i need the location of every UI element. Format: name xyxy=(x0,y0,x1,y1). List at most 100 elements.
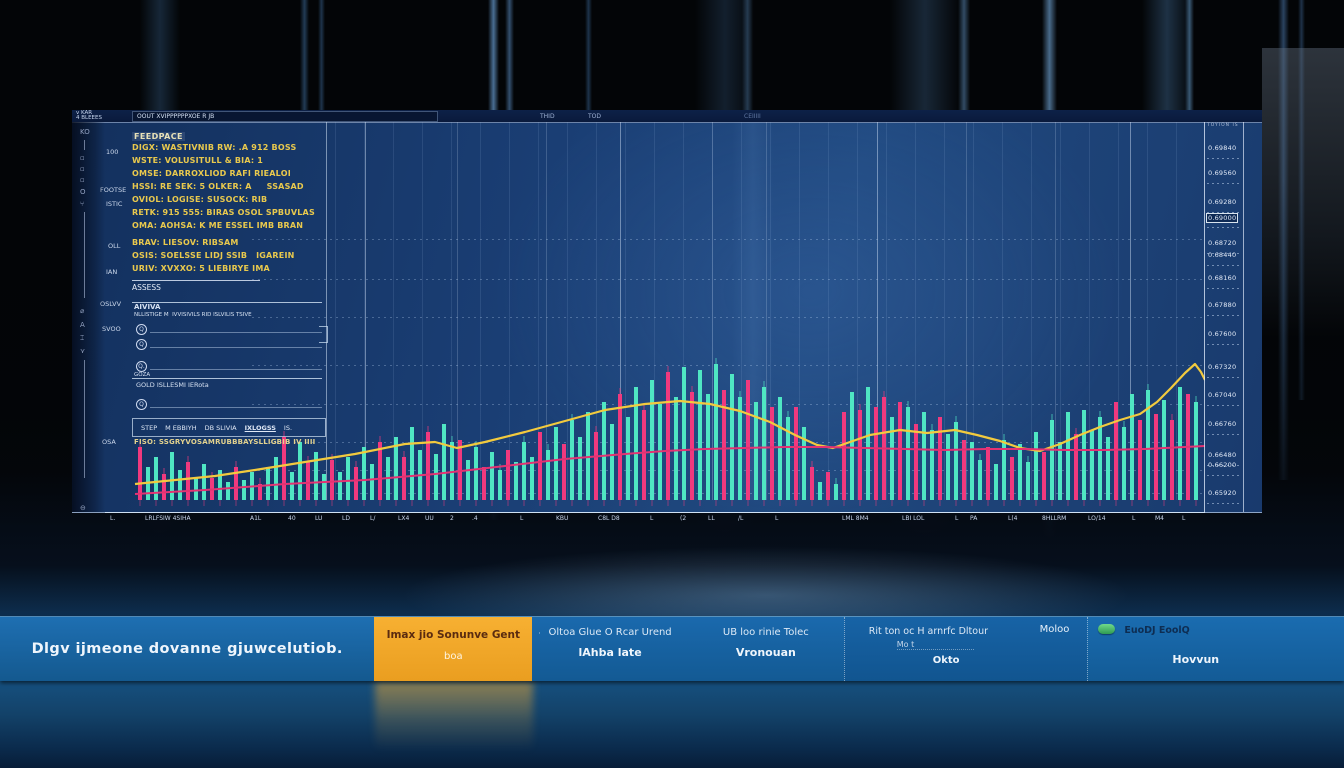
candle-bar xyxy=(554,427,558,500)
candle-bar xyxy=(242,480,246,500)
dock-section-detail[interactable]: Rit ton oc H arnrfc Dltour Mo t Okto Mol… xyxy=(844,617,1088,681)
dock-trend-left[interactable]: Oltoa Glue O Rcar Urend lAhba late xyxy=(532,617,688,681)
candle-bar xyxy=(1082,410,1086,500)
candle-bar xyxy=(874,407,878,500)
titlebar-selected-segment[interactable]: OOUT XVIPPPPPPXOE R JB xyxy=(132,111,438,122)
candle-bar xyxy=(306,462,310,500)
candle-bar xyxy=(626,417,630,500)
x-axis-tick: .4 xyxy=(472,515,478,522)
price-axis[interactable]: TOYION IS 0.698400.695600.692800.690000.… xyxy=(1204,122,1262,512)
candle-bar xyxy=(634,387,638,500)
x-axis-tick: LX4 xyxy=(398,515,409,522)
x-axis-tick: LRLFSIW 4SIHA xyxy=(145,515,191,522)
candle-bar xyxy=(466,460,470,500)
price-axis-label: 0.67040 xyxy=(1208,391,1236,399)
price-axis-separator xyxy=(1207,227,1240,228)
tool-icon[interactable]: A xyxy=(80,321,85,329)
current-price-label: 0.69000 xyxy=(1206,213,1238,223)
form-radio-2[interactable]: Q xyxy=(136,339,147,350)
tool-icon[interactable]: ⑂ xyxy=(80,200,84,208)
info-header: FEEDPACE xyxy=(132,132,185,141)
tool-icon[interactable]: KO xyxy=(80,128,90,136)
orange-button-reflection xyxy=(375,681,533,751)
candle-bar xyxy=(546,450,550,500)
tool-icon[interactable]: ⌀ xyxy=(80,307,84,315)
candle-bar xyxy=(1026,462,1030,500)
dock-section-trend[interactable]: · · Oltoa Glue O Rcar Urend lAhba late U… xyxy=(532,617,844,681)
candle-bar xyxy=(954,422,958,500)
form-rule-6 xyxy=(150,407,322,408)
dock-message-button[interactable]: Dlgv ijmeone dovanne gjuwcelutiob. xyxy=(0,617,374,681)
price-axis-separator xyxy=(1207,158,1240,159)
dock-trend-right[interactable]: UB loo rinie Tolec Vronouan xyxy=(688,617,844,681)
dock-section-status[interactable]: EuoDJ EoolQ Hovvun xyxy=(1087,617,1344,681)
tool-icon[interactable]: ▫ xyxy=(80,154,85,162)
candle-bar xyxy=(778,397,782,500)
candle-bar xyxy=(914,424,918,500)
candle-bar xyxy=(938,417,942,500)
form-radio-1[interactable]: Q xyxy=(136,324,147,335)
candle-bar xyxy=(178,470,182,500)
x-axis-tick: PA xyxy=(970,515,977,522)
candle-bar xyxy=(1106,437,1110,500)
x-axis-tick: L xyxy=(1132,515,1135,522)
candle-bar xyxy=(322,474,326,500)
candle-bar xyxy=(194,477,198,500)
candle-bar xyxy=(1090,430,1094,500)
info-line: OMSE: DARROXLIOD RAFI RIEALOI xyxy=(132,169,402,182)
candle-bar xyxy=(354,467,358,500)
candle-bar xyxy=(266,467,270,500)
candle-bar xyxy=(274,457,278,500)
side-label: ISTIC xyxy=(106,200,122,208)
info-link[interactable]: ASSESS xyxy=(132,280,260,292)
dock-trend-left-title: Oltoa Glue O Rcar Urend xyxy=(532,627,688,638)
form-radio-4[interactable]: Q xyxy=(136,399,147,410)
tool-icon[interactable]: O xyxy=(80,188,86,196)
candle-bar xyxy=(898,402,902,500)
dock-orange-button[interactable]: Imax jio Sonunve Gent boa xyxy=(374,617,532,681)
order-box-cell: M EBBIYH xyxy=(165,424,196,432)
price-axis-label: 0.66480 xyxy=(1208,451,1236,459)
x-axis[interactable]: L.LRLFSIW 4SIHAA1L40LULDL/LX4UU2.4LKBUC8… xyxy=(105,512,1205,525)
titlebar-symbol-label: v KAR 4 BLEEES xyxy=(76,111,102,121)
form-bracket[interactable] xyxy=(319,326,328,343)
x-axis-tick: L xyxy=(520,515,523,522)
candle-bar xyxy=(402,457,406,500)
x-axis-tick: L xyxy=(955,515,958,522)
price-axis-separator xyxy=(1207,405,1240,406)
candle-bar xyxy=(666,372,670,500)
tool-icon[interactable]: ▫ xyxy=(80,176,85,184)
x-axis-tick: LML 8M4 xyxy=(842,515,869,522)
drawing-tools-sidebar[interactable]: KO ▫ ▫ ▫ O ⑂ ⌀ A ⌶ ⋎ ⊖ xyxy=(72,122,105,512)
plot-area[interactable]: FEEDPACE DIGX: WASTIVNIB RW: .A 912 BOSS… xyxy=(72,122,1262,512)
candle-bar xyxy=(650,380,654,500)
candle-bar xyxy=(514,462,518,500)
candle-bar xyxy=(986,447,990,500)
candle-bar xyxy=(618,394,622,500)
tool-icon[interactable]: ⋎ xyxy=(80,347,85,355)
x-axis-tick: M4 xyxy=(1155,515,1164,522)
candle-bar xyxy=(642,410,646,500)
price-axis-label: 0.68160 xyxy=(1208,274,1236,282)
info-line: OVIOL: LOGISE: SUSOCK: RIB xyxy=(132,195,402,208)
bottom-dock: Dlgv ijmeone dovanne gjuwcelutiob. Imax … xyxy=(0,617,1344,681)
order-info-box[interactable]: STEPM EBBIYHDB SLIVIAIXLOGSSIS. xyxy=(132,418,326,437)
tool-icon[interactable]: ⊖ xyxy=(80,504,86,512)
tool-icon[interactable]: ⌶ xyxy=(80,334,84,342)
candle-bar xyxy=(794,407,798,500)
price-axis-label: 0.67880 xyxy=(1208,301,1236,309)
candle-bar xyxy=(970,442,974,500)
candle-bar xyxy=(922,412,926,500)
candle-bar xyxy=(850,392,854,500)
form-radio-3[interactable]: Q. xyxy=(136,361,147,372)
side-label: OLL xyxy=(108,242,120,250)
tool-icon[interactable]: ▫ xyxy=(80,165,85,173)
x-axis-tick: KBU xyxy=(556,515,568,522)
candle-bar xyxy=(810,467,814,500)
background-haze-right xyxy=(1262,48,1344,338)
info-line: RETK: 915 555: BIRAS OSOL SPBUVLAS xyxy=(132,208,402,221)
form-rule-3 xyxy=(150,347,322,348)
candle-bar xyxy=(410,427,414,500)
candle-bar xyxy=(378,442,382,500)
candle-bar xyxy=(474,447,478,500)
